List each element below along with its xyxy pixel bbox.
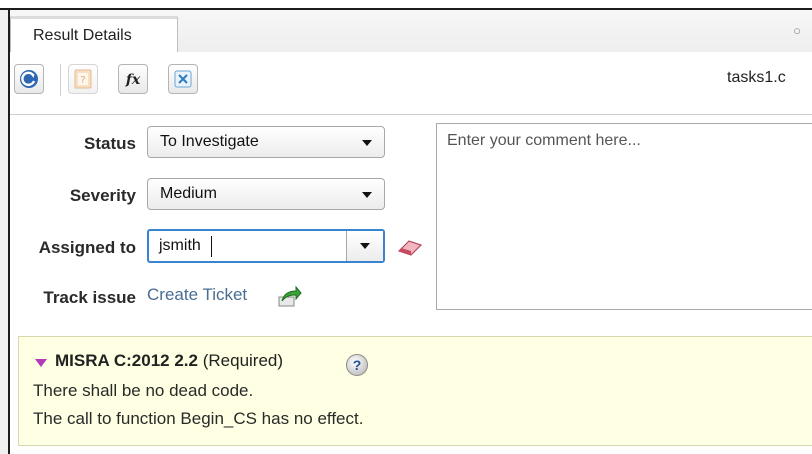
toolbar-separator xyxy=(60,64,61,96)
result-info-box: MISRA C:2012 2.2 (Required) ? There shal… xyxy=(18,336,812,446)
severity-label: Severity xyxy=(69,186,136,205)
text-cursor xyxy=(211,236,212,257)
chevron-down-icon xyxy=(362,140,372,146)
refresh-icon xyxy=(20,70,38,88)
help-icon[interactable]: ? xyxy=(346,354,368,376)
svg-text:?: ? xyxy=(80,75,85,86)
help-book-button[interactable]: ? xyxy=(68,64,98,94)
eraser-icon[interactable] xyxy=(395,237,425,257)
rule-id: MISRA C:2012 2.2 xyxy=(55,351,198,370)
close-x-icon xyxy=(174,70,192,88)
assigned-to-label: Assigned to xyxy=(38,238,136,257)
panel-close-icon[interactable]: ○ xyxy=(790,24,804,38)
create-ticket-link[interactable]: Create Ticket xyxy=(147,285,247,305)
refresh-button[interactable] xyxy=(14,64,44,94)
comment-textarea[interactable] xyxy=(436,123,812,310)
status-label: Status xyxy=(84,134,136,153)
source-filename: tasks1.c xyxy=(727,69,786,86)
rule-requirement: (Required) xyxy=(202,351,284,370)
rule-heading: MISRA C:2012 2.2 (Required) xyxy=(55,351,283,371)
track-issue-label: Track issue xyxy=(43,288,136,307)
chevron-down-icon xyxy=(360,243,370,249)
rule-description: There shall be no dead code. xyxy=(33,381,254,400)
severity-value: Medium xyxy=(160,185,217,202)
disclosure-triangle-icon[interactable] xyxy=(35,359,47,367)
tab-result-details[interactable]: Result Details xyxy=(10,16,178,52)
svg-text:fx: fx xyxy=(125,72,141,88)
function-fx-icon: fx xyxy=(125,72,141,88)
assigned-to-value: jsmith xyxy=(159,237,201,254)
assigned-to-dropdown-button[interactable] xyxy=(346,231,383,261)
help-book-icon: ? xyxy=(74,69,92,89)
severity-select[interactable]: Medium xyxy=(147,178,385,210)
close-result-button[interactable] xyxy=(168,64,198,94)
assigned-to-combobox[interactable]: jsmith xyxy=(147,229,385,263)
status-select[interactable]: To Investigate xyxy=(147,126,385,158)
export-arrow-icon[interactable] xyxy=(276,283,302,309)
status-value: To Investigate xyxy=(160,133,259,150)
function-fx-button[interactable]: fx xyxy=(118,64,148,94)
chevron-down-icon xyxy=(362,192,372,198)
result-details-panel: Result Details ○ ? fx tasks1.c Status To… xyxy=(0,0,812,454)
panel-left-gutter xyxy=(0,10,8,454)
result-message: The call to function Begin_CS has no eff… xyxy=(33,409,364,428)
